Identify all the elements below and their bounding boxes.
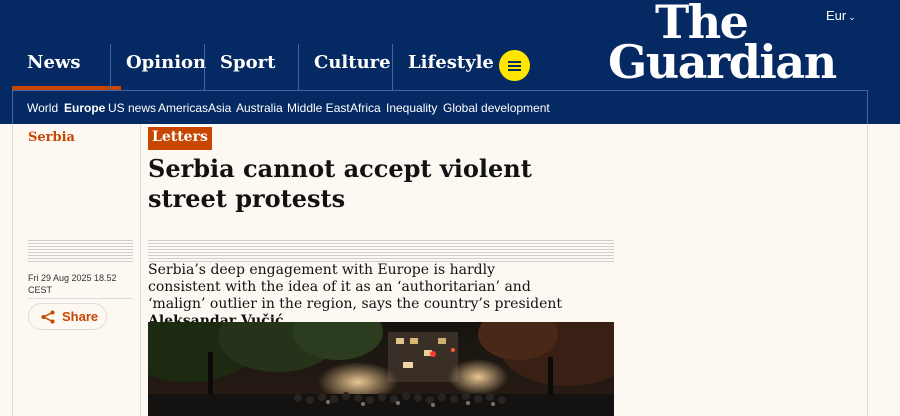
standfirst-text: Serbia’s deep engagement with Europe is … — [148, 262, 563, 312]
decorative-rules — [28, 240, 133, 262]
subnav-africa[interactable]: Africa — [350, 101, 381, 115]
logo-line-2: Guardian — [608, 35, 837, 89]
article-standfirst: Serbia’s deep engagement with Europe is … — [148, 262, 568, 330]
pillar-opinion[interactable]: Opinion — [110, 44, 206, 90]
subnav-europe[interactable]: Europe — [64, 101, 105, 115]
pillar-news[interactable]: News — [12, 44, 121, 90]
column-rule-right — [867, 124, 868, 416]
meta-divider — [28, 298, 133, 299]
subnav-world[interactable]: World — [27, 101, 58, 115]
subnav-us-news[interactable]: US news — [108, 101, 156, 115]
column-rule-meta — [140, 124, 141, 416]
column-rule-left — [12, 124, 13, 416]
subnav-middle-east[interactable]: Middle East — [287, 101, 350, 115]
pillar-nav: News Opinion Sport Culture Lifestyle — [12, 44, 534, 90]
section-tag-link[interactable]: Serbia — [28, 130, 75, 145]
masthead: Eur ⌄ The Guardian News Opinion Sport Cul… — [0, 0, 900, 124]
subnav-inequality[interactable]: Inequality — [386, 101, 437, 115]
guardian-logo[interactable]: The Guardian — [608, 0, 837, 89]
share-icon — [41, 310, 55, 324]
subnav-asia[interactable]: Asia — [208, 101, 231, 115]
decorative-rules-main — [148, 240, 614, 262]
series-kicker-letters[interactable]: Letters — [148, 127, 212, 150]
subnav-americas[interactable]: Americas — [158, 101, 208, 115]
pillar-culture[interactable]: Culture — [298, 44, 392, 90]
share-button[interactable]: Share — [28, 303, 107, 330]
night-protest-photo — [148, 322, 614, 416]
subnav-australia[interactable]: Australia — [236, 101, 283, 115]
pillar-sport[interactable]: Sport — [204, 44, 298, 90]
article-headline: Serbia cannot accept violent street prot… — [148, 154, 532, 213]
subnav-global-development[interactable]: Global development — [443, 101, 550, 115]
share-label: Share — [62, 309, 99, 324]
pillar-lifestyle[interactable]: Lifestyle — [392, 44, 497, 90]
section-subnav: World Europe US news Americas Asia Austr… — [12, 90, 868, 124]
hamburger-menu-icon[interactable] — [499, 50, 530, 81]
chevron-down-icon: ⌄ — [848, 12, 856, 22]
article-main-image — [148, 322, 614, 416]
article-dateline: Fri 29 Aug 2025 18.52 CEST — [28, 273, 117, 295]
